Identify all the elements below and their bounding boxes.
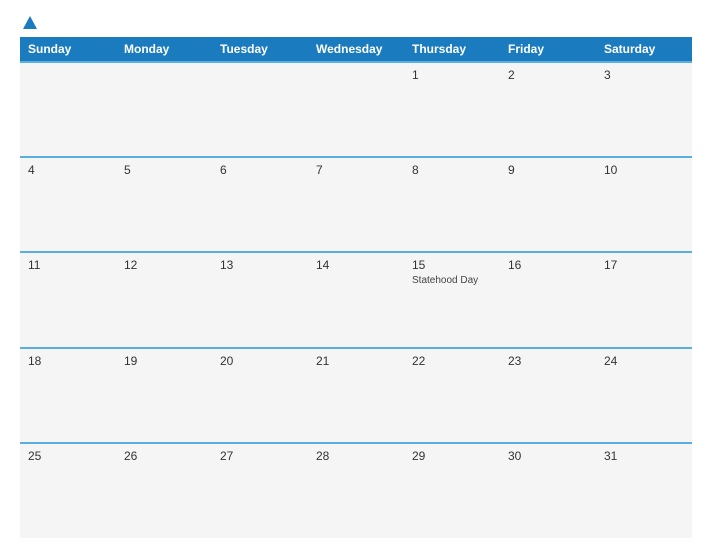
calendar-cell: 24 <box>596 348 692 443</box>
day-number: 20 <box>220 354 300 368</box>
day-number: 19 <box>124 354 204 368</box>
day-number: 6 <box>220 163 300 177</box>
day-number: 30 <box>508 449 588 463</box>
day-number: 28 <box>316 449 396 463</box>
week-row-5: 25 26 27 28 29 30 31 <box>20 443 692 538</box>
day-number: 3 <box>604 68 684 82</box>
calendar-cell: 9 <box>500 157 596 252</box>
day-number: 26 <box>124 449 204 463</box>
day-number: 7 <box>316 163 396 177</box>
calendar-cell: 25 <box>20 443 116 538</box>
day-number: 17 <box>604 258 684 272</box>
week-row-4: 18 19 20 21 22 23 24 <box>20 348 692 443</box>
calendar-cell: 26 <box>116 443 212 538</box>
day-number: 11 <box>28 258 108 272</box>
calendar-cell: 17 <box>596 252 692 347</box>
logo-triangle-icon <box>23 16 37 29</box>
calendar-cell <box>20 62 116 157</box>
week-row-2: 4 5 6 7 8 9 10 <box>20 157 692 252</box>
week-row-3: 11 12 13 14 15 Statehood Day 16 17 <box>20 252 692 347</box>
calendar-cell: 14 <box>308 252 404 347</box>
day-number: 24 <box>604 354 684 368</box>
day-number: 4 <box>28 163 108 177</box>
calendar-cell: 15 Statehood Day <box>404 252 500 347</box>
logo <box>20 16 37 29</box>
weekday-header-saturday: Saturday <box>596 37 692 62</box>
day-number: 5 <box>124 163 204 177</box>
calendar-cell: 11 <box>20 252 116 347</box>
day-number: 1 <box>412 68 492 82</box>
holiday-label: Statehood Day <box>412 275 492 286</box>
calendar-cell: 5 <box>116 157 212 252</box>
calendar-cell: 20 <box>212 348 308 443</box>
calendar-cell: 10 <box>596 157 692 252</box>
day-number: 29 <box>412 449 492 463</box>
day-number: 23 <box>508 354 588 368</box>
weekday-header-row: SundayMondayTuesdayWednesdayThursdayFrid… <box>20 37 692 62</box>
calendar-cell: 30 <box>500 443 596 538</box>
header <box>20 16 692 29</box>
calendar-cell: 18 <box>20 348 116 443</box>
calendar-cell: 6 <box>212 157 308 252</box>
day-number: 15 <box>412 258 492 272</box>
day-number: 16 <box>508 258 588 272</box>
day-number: 2 <box>508 68 588 82</box>
day-number: 13 <box>220 258 300 272</box>
day-number: 21 <box>316 354 396 368</box>
week-row-1: 1 2 3 <box>20 62 692 157</box>
day-number: 12 <box>124 258 204 272</box>
calendar-cell: 29 <box>404 443 500 538</box>
calendar-page: SundayMondayTuesdayWednesdayThursdayFrid… <box>0 0 712 550</box>
day-number: 8 <box>412 163 492 177</box>
weekday-header-wednesday: Wednesday <box>308 37 404 62</box>
weekday-header-thursday: Thursday <box>404 37 500 62</box>
day-number: 18 <box>28 354 108 368</box>
weekday-header-monday: Monday <box>116 37 212 62</box>
calendar-cell: 8 <box>404 157 500 252</box>
day-number: 22 <box>412 354 492 368</box>
calendar-cell: 7 <box>308 157 404 252</box>
calendar-cell: 16 <box>500 252 596 347</box>
calendar-cell: 4 <box>20 157 116 252</box>
calendar-cell <box>308 62 404 157</box>
calendar-cell: 31 <box>596 443 692 538</box>
weekday-header-sunday: Sunday <box>20 37 116 62</box>
day-number: 14 <box>316 258 396 272</box>
calendar-cell: 3 <box>596 62 692 157</box>
calendar-table: SundayMondayTuesdayWednesdayThursdayFrid… <box>20 37 692 538</box>
calendar-cell: 27 <box>212 443 308 538</box>
day-number: 31 <box>604 449 684 463</box>
calendar-cell: 23 <box>500 348 596 443</box>
calendar-cell: 28 <box>308 443 404 538</box>
calendar-cell: 12 <box>116 252 212 347</box>
day-number: 9 <box>508 163 588 177</box>
calendar-cell: 19 <box>116 348 212 443</box>
calendar-cell: 13 <box>212 252 308 347</box>
weekday-header-tuesday: Tuesday <box>212 37 308 62</box>
calendar-cell: 2 <box>500 62 596 157</box>
day-number: 27 <box>220 449 300 463</box>
weekday-header-friday: Friday <box>500 37 596 62</box>
calendar-cell: 1 <box>404 62 500 157</box>
calendar-cell: 21 <box>308 348 404 443</box>
calendar-cell <box>212 62 308 157</box>
day-number: 10 <box>604 163 684 177</box>
calendar-cell: 22 <box>404 348 500 443</box>
day-number: 25 <box>28 449 108 463</box>
calendar-cell <box>116 62 212 157</box>
